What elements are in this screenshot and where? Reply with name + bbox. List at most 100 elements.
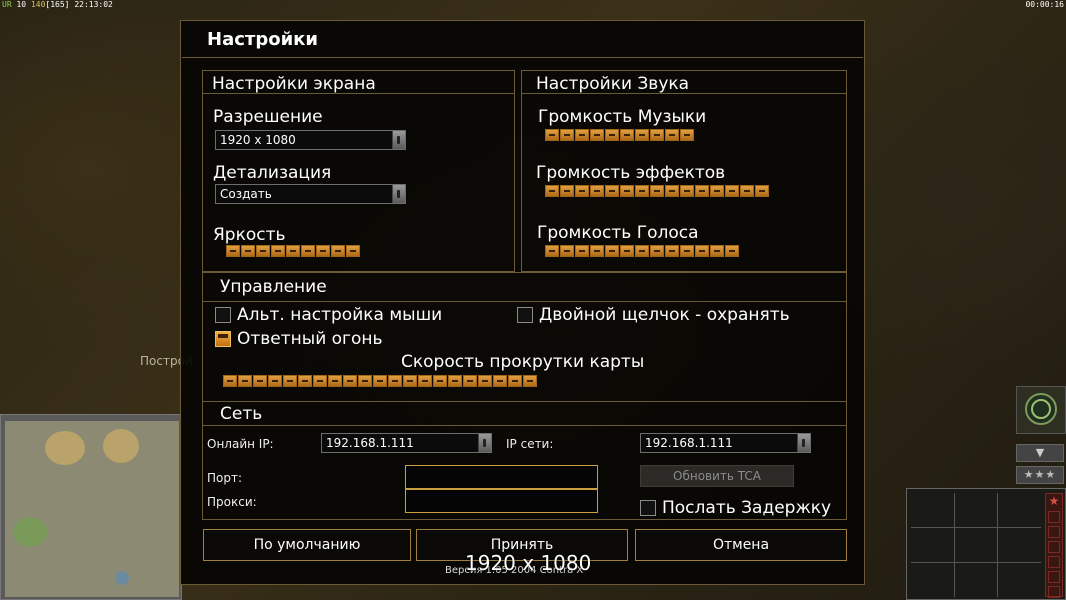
slider-segment <box>575 245 589 257</box>
minimap[interactable] <box>0 414 182 600</box>
online-ip-select[interactable]: 192.168.1.111 <box>321 433 492 453</box>
slider-segment <box>316 245 330 257</box>
side-slot[interactable] <box>1048 526 1060 538</box>
controls-section-title: Управление <box>220 277 327 297</box>
effects-volume-slider[interactable] <box>545 185 769 199</box>
side-slot[interactable] <box>1048 511 1060 523</box>
radar-button[interactable] <box>1016 386 1066 434</box>
minimap-base <box>13 517 47 547</box>
defaults-button[interactable]: По умолчанию <box>203 529 411 561</box>
section-divider <box>203 401 846 402</box>
music-volume-slider[interactable] <box>545 129 694 143</box>
settings-dialog: Настройки Настройки экрана Разрешение 19… <box>180 20 865 585</box>
hud-stat-rank: UR <box>2 0 12 9</box>
section-divider <box>203 301 846 302</box>
double-click-guard-checkbox[interactable]: Двойной щелчок - охранять <box>517 305 790 325</box>
build-slot[interactable] <box>998 493 1041 527</box>
controls-network-panel: Управление Альт. настройка мыши Двойной … <box>202 272 847 520</box>
cancel-button[interactable]: Отмена <box>635 529 847 561</box>
build-slot[interactable] <box>911 493 954 527</box>
slider-segment <box>346 245 360 257</box>
resolution-select[interactable]: 1920 x 1080 <box>215 130 406 150</box>
lan-ip-select[interactable]: 192.168.1.111 <box>640 433 811 453</box>
slider-segment <box>301 245 315 257</box>
slider-segment <box>725 185 739 197</box>
slider-segment <box>226 245 240 257</box>
slider-segment <box>545 129 559 141</box>
slider-segment <box>331 245 345 257</box>
slider-segment <box>253 375 267 387</box>
slider-segment <box>635 185 649 197</box>
online-ip-value: 192.168.1.111 <box>326 436 414 450</box>
rank-stars-icon[interactable]: ★★★ <box>1016 466 1064 484</box>
scroll-speed-label: Скорость прокрутки карты <box>401 352 645 372</box>
slider-segment <box>493 375 507 387</box>
checkbox-box <box>517 307 533 323</box>
title-divider <box>182 57 863 58</box>
voice-volume-slider[interactable] <box>545 245 739 259</box>
build-slot[interactable] <box>954 493 998 527</box>
brightness-slider[interactable] <box>226 245 360 259</box>
slider-segment <box>695 245 709 257</box>
slider-segment <box>590 129 604 141</box>
detail-select[interactable]: Создать <box>215 184 406 204</box>
slider-segment <box>620 245 634 257</box>
dialog-title: Настройки <box>207 29 319 50</box>
minimap-terrain <box>5 421 179 597</box>
build-slot[interactable] <box>998 563 1041 597</box>
slider-segment <box>508 375 522 387</box>
slider-segment <box>448 375 462 387</box>
update-tca-button[interactable]: Обновить TCA <box>640 465 794 487</box>
hud-stat-time: 22:13:02 <box>74 0 113 9</box>
port-input[interactable] <box>405 465 598 489</box>
detail-value: Создать <box>220 187 272 201</box>
brightness-label: Яркость <box>213 225 286 245</box>
slider-segment <box>545 185 559 197</box>
scroll-speed-slider[interactable] <box>223 375 537 389</box>
return-fire-checkbox[interactable]: Ответный огонь <box>215 329 383 349</box>
display-settings-panel: Настройки экрана Разрешение 1920 x 1080 … <box>202 70 515 272</box>
alt-mouse-checkbox[interactable]: Альт. настройка мыши <box>215 305 442 325</box>
checkbox-box <box>215 331 231 347</box>
chevron-down-icon[interactable]: ▼ <box>1016 444 1064 462</box>
build-panel: ★ <box>906 488 1066 600</box>
slider-segment <box>328 375 342 387</box>
minimap-base <box>103 429 139 463</box>
slider-segment <box>620 185 634 197</box>
slider-segment <box>575 129 589 141</box>
slider-segment <box>605 185 619 197</box>
hud-stats: UR 10 140[165] 22:13:02 <box>2 0 113 9</box>
side-slot[interactable] <box>1048 571 1060 583</box>
build-slot[interactable] <box>998 528 1041 562</box>
dropdown-arrow-icon <box>392 131 405 149</box>
effects-volume-label: Громкость эффектов <box>536 163 726 183</box>
slider-segment <box>725 245 739 257</box>
slider-segment <box>241 245 255 257</box>
slider-segment <box>343 375 357 387</box>
slider-segment <box>560 129 574 141</box>
send-delay-checkbox[interactable]: Послать Задержку <box>640 498 831 518</box>
detail-label: Детализация <box>213 163 332 183</box>
port-label: Порт: <box>207 471 243 485</box>
slider-segment <box>665 245 679 257</box>
slider-segment <box>238 375 252 387</box>
side-slot[interactable] <box>1048 586 1060 598</box>
proxy-input[interactable] <box>405 489 598 513</box>
slider-segment <box>463 375 477 387</box>
slider-segment <box>710 185 724 197</box>
slider-segment <box>680 185 694 197</box>
slider-segment <box>223 375 237 387</box>
slider-segment <box>650 185 664 197</box>
build-slot[interactable] <box>911 528 954 562</box>
slider-segment <box>620 129 634 141</box>
build-slot[interactable] <box>954 528 998 562</box>
build-slot[interactable] <box>911 563 954 597</box>
build-slot[interactable] <box>954 563 998 597</box>
slider-segment <box>590 185 604 197</box>
slider-segment <box>650 245 664 257</box>
slider-segment <box>478 375 492 387</box>
side-slot[interactable] <box>1048 541 1060 553</box>
slider-segment <box>403 375 417 387</box>
side-slot[interactable] <box>1048 556 1060 568</box>
voice-volume-label: Громкость Голоса <box>537 223 699 243</box>
